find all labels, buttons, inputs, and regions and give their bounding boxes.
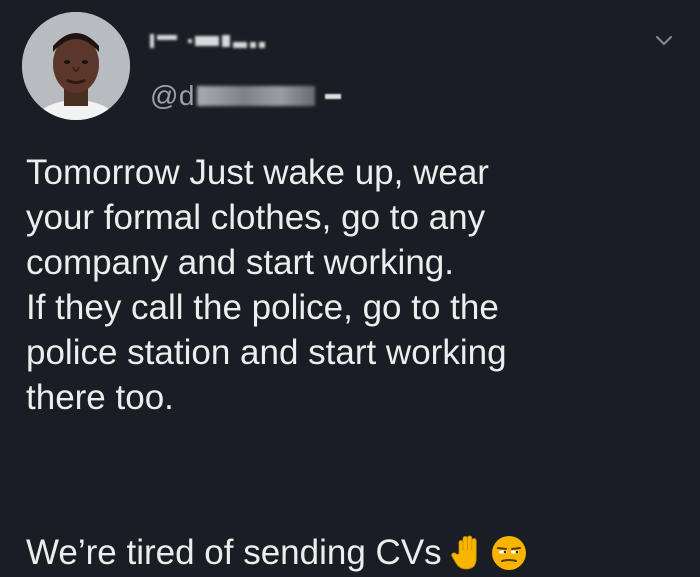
handle-redaction	[197, 86, 315, 106]
redaction-mark	[233, 42, 247, 48]
redaction-mark	[250, 42, 256, 48]
final-line-text: We’re tired of sending CVs	[26, 533, 442, 572]
avatar[interactable]	[22, 12, 130, 120]
tweet-text: Tomorrow Just wake up, wear your formal …	[26, 150, 686, 420]
tweet-text-line: your formal clothes, go to any	[26, 198, 486, 237]
handle-prefix: @d	[150, 80, 195, 111]
raised-hand-icon	[448, 534, 486, 572]
tweet-text-line: If they call the police, go to the	[26, 288, 499, 327]
tweet-text-line: Tomorrow Just wake up, wear	[26, 153, 489, 192]
redaction-mark	[195, 36, 219, 46]
redaction-mark	[157, 34, 177, 40]
unamused-face-icon	[490, 534, 528, 572]
redaction-mark	[150, 34, 154, 48]
tweet-text-line: police station and start working	[26, 333, 507, 372]
chevron-down-icon[interactable]	[652, 28, 676, 52]
redaction-mark	[259, 42, 265, 48]
profile-photo	[22, 12, 130, 120]
handle-redaction-end	[325, 93, 341, 99]
tweet-text-final-line: We’re tired of sending CVs	[26, 530, 528, 575]
display-name-redacted[interactable]	[150, 28, 265, 54]
redaction-mark	[222, 35, 230, 47]
tweet-text-line: there too.	[26, 378, 174, 417]
user-handle[interactable]: @d	[150, 80, 341, 112]
tweet-text-line: company and start working.	[26, 243, 454, 282]
tweet-card: @d Tomorrow Just wake up, wear your form…	[0, 0, 700, 577]
redaction-mark	[188, 39, 192, 43]
